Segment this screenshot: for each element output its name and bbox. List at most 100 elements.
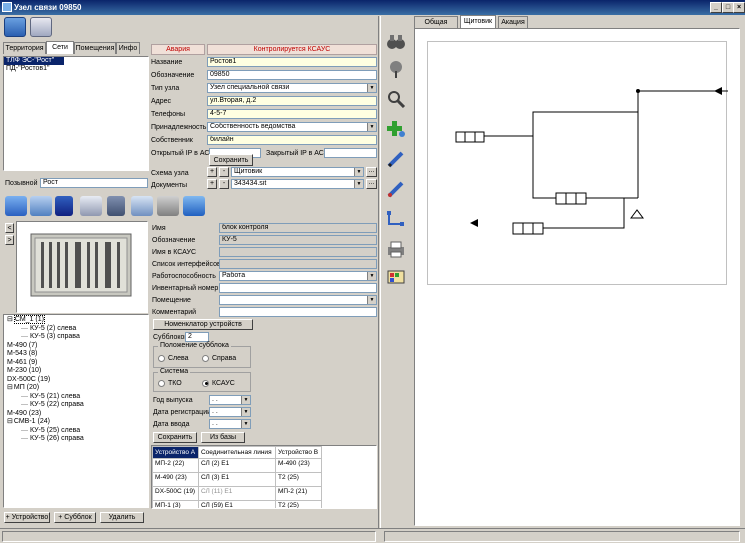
image-prev-button[interactable]: < [5, 223, 14, 233]
scheme-select[interactable]: Щитовик ▼ [231, 167, 364, 177]
comment-input[interactable] [219, 307, 377, 317]
tab-akatsiya[interactable]: Акация [498, 16, 528, 28]
scheme-canvas[interactable] [414, 28, 740, 526]
network-cloud-icon[interactable] [30, 17, 52, 37]
tab-panel[interactable]: Щитовик [460, 15, 496, 28]
table-row[interactable]: М-490 (23) СЛ (3) Е1 Т2 (25) [152, 472, 323, 487]
pager-icon[interactable] [131, 196, 153, 216]
collapse-icon[interactable]: ⊟ [7, 316, 13, 323]
tree-item[interactable]: DX-500С (19) [7, 376, 84, 385]
add-subblock-button[interactable]: + Субблок [54, 512, 96, 523]
owner-input[interactable]: билайн [207, 135, 377, 145]
tree-item[interactable]: ⊟СМВ-1 (24) [7, 418, 84, 427]
from-db-button[interactable]: Из базы [201, 432, 245, 443]
add-node-icon[interactable] [386, 120, 406, 138]
chevron-down-icon[interactable]: ▼ [241, 420, 250, 428]
mobile-phone-icon[interactable] [107, 196, 125, 216]
chevron-down-icon[interactable]: ▼ [354, 180, 363, 188]
tab-networks[interactable]: Сети [46, 41, 74, 54]
tree-item[interactable]: М-230 (10) [7, 367, 84, 376]
phone-alt-icon[interactable] [30, 196, 52, 216]
tree-item[interactable]: — КУ-5 (25) слева [7, 427, 84, 436]
inventory-input[interactable] [219, 283, 377, 293]
column-header[interactable]: Устройство А [152, 446, 199, 459]
device-designation-input[interactable]: КУ-5 [219, 235, 377, 245]
tree-item[interactable]: М-543 (8) [7, 350, 84, 359]
name-input[interactable]: Ростов1 [207, 57, 377, 67]
subblocks-input[interactable]: 2 [185, 332, 209, 342]
ownership-select[interactable]: Собственность ведомства ▼ [207, 122, 377, 132]
tree-item[interactable]: М-490 (7) [7, 342, 84, 351]
docs-more-button[interactable]: ... [366, 179, 377, 189]
delete-button[interactable]: Удалить [100, 512, 144, 523]
scheme-more-button[interactable]: ... [366, 167, 377, 177]
system-tko-radio[interactable]: ТКО [158, 379, 182, 388]
phones-input[interactable]: 4-5-7 [207, 109, 377, 119]
device-tree[interactable]: ⊟ СМ_1 (1) — КУ-5 (2) слева — КУ-5 (3) спра… [3, 314, 149, 508]
chevron-down-icon[interactable]: ▼ [367, 272, 376, 280]
save-slot-button[interactable]: Сохранить [153, 432, 197, 443]
magnifier-icon[interactable] [386, 90, 406, 109]
table-row[interactable]: МП-2 (22) СЛ (2) Е1 М-490 (23) [152, 458, 323, 473]
scheme-add-button[interactable]: + [207, 167, 217, 177]
collapse-icon[interactable]: ⊟ [7, 418, 13, 425]
tree-item[interactable]: — КУ-5 (3) справа [7, 333, 84, 342]
color-palette-icon[interactable] [386, 268, 406, 286]
docs-remove-button[interactable]: - [219, 179, 229, 189]
scheme-remove-button[interactable]: - [219, 167, 229, 177]
binoculars-icon[interactable] [386, 33, 406, 51]
add-device-button[interactable]: + Устройство [4, 512, 50, 523]
pin-icon[interactable] [386, 60, 406, 78]
rss-icon[interactable] [183, 196, 205, 216]
room-select[interactable]: ▼ [219, 295, 377, 305]
tab-rooms[interactable]: Помещения [74, 42, 116, 54]
chevron-down-icon[interactable]: ▼ [241, 396, 250, 404]
chevron-down-icon[interactable]: ▼ [241, 408, 250, 416]
system-ksaus-radio[interactable]: КСАУС [202, 379, 235, 388]
tree-item[interactable]: — КУ-5 (21) слева [7, 393, 84, 402]
tree-item[interactable]: ⊟МП (20) [7, 384, 84, 393]
nomenclator-button[interactable]: Номенклатор устройств [153, 319, 253, 330]
chevron-down-icon[interactable]: ▼ [354, 168, 363, 176]
interfaces-input[interactable] [219, 259, 377, 269]
year-select[interactable]: . . ▼ [209, 395, 251, 405]
satellite-icon[interactable] [157, 196, 179, 216]
location-list[interactable]: ТЛФ ЭС-"Рост" ПД-"Ростов1" [3, 56, 149, 171]
callsign-input[interactable]: Рост [40, 178, 148, 188]
printer-icon[interactable] [386, 240, 406, 258]
state-select[interactable]: Работа ▼ [219, 271, 377, 281]
column-header[interactable]: Соединительная линия [197, 446, 276, 459]
node-type-select[interactable]: Узел специальной связи ▼ [207, 83, 377, 93]
table-row[interactable]: DX-500С (19) СЛ (11) Е1 МП-2 (21) [152, 486, 323, 501]
close-button[interactable]: × [733, 2, 745, 13]
address-input[interactable]: ул.Вторая, д.2 [207, 96, 377, 106]
node-box[interactable] [455, 131, 485, 143]
reg-date-select[interactable]: . . ▼ [209, 407, 251, 417]
ksaus-name-input[interactable] [219, 247, 377, 257]
tab-info[interactable]: Инфо [116, 42, 140, 54]
table-row[interactable]: МП-1 (3) СЛ (59) Е1 Т2 (25) [152, 500, 323, 508]
tree-item[interactable]: М-461 (9) [7, 359, 84, 368]
phones-icon[interactable] [4, 17, 26, 37]
tree-item[interactable]: — КУ-5 (26) справа [7, 435, 84, 444]
tree-item[interactable]: — КУ-5 (22) справа [7, 401, 84, 410]
node-box[interactable] [512, 222, 544, 235]
tree-item[interactable]: — КУ-5 (2) слева [7, 325, 84, 334]
tab-territory[interactable]: Территория [3, 42, 46, 54]
chevron-down-icon[interactable]: ▼ [367, 84, 376, 92]
phone-icon[interactable] [5, 196, 27, 216]
chevron-down-icon[interactable]: ▼ [367, 296, 376, 304]
tree-item[interactable]: ⊟ СМ_1 (1) [7, 315, 84, 325]
connector-icon[interactable] [386, 210, 406, 228]
edit-link-icon[interactable] [386, 180, 406, 198]
cloud-icon[interactable] [80, 196, 102, 216]
pencil-icon[interactable] [386, 150, 406, 168]
location-item-selected[interactable]: ТЛФ ЭС-"Рост" [4, 57, 64, 65]
column-header[interactable]: Устройство В [274, 446, 323, 459]
device-name-input[interactable]: блок контроля [219, 223, 377, 233]
location-item[interactable]: ПД-"Ростов1" [4, 65, 148, 73]
position-left-radio[interactable]: Слева [158, 354, 189, 363]
position-right-radio[interactable]: Справа [202, 354, 236, 363]
tab-general-scheme[interactable]: Общая схема [414, 16, 458, 37]
designation-input[interactable]: 09850 [207, 70, 377, 80]
